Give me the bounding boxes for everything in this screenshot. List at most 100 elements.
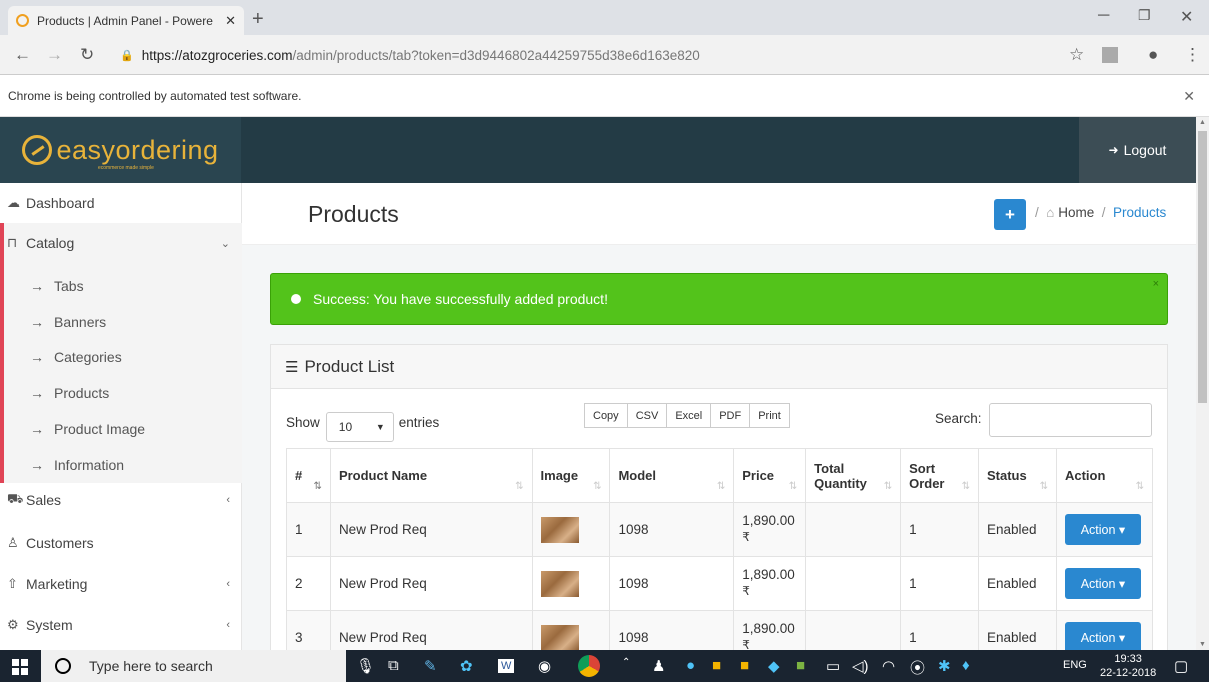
infobar-close-icon[interactable]: ✕ [1183, 88, 1195, 105]
sidebar-item-marketing[interactable]: ⇧ Marketing ‹ [0, 564, 242, 604]
scroll-down-icon[interactable]: ▼ [1199, 641, 1206, 648]
tray-app-icon[interactable]: ■ [712, 657, 721, 674]
wifi-icon[interactable]: ◠ [882, 657, 895, 675]
sidebar-item-system[interactable]: ⚙ System ‹ [0, 605, 242, 645]
profile-icon[interactable]: ● [1148, 45, 1158, 65]
column-header-number[interactable]: # ⇅ [286, 448, 331, 503]
tray-app-icon[interactable]: ■ [740, 657, 749, 674]
word-app-icon[interactable]: W [498, 659, 515, 673]
clock-time: 19:33 [1114, 653, 1142, 665]
scroll-up-icon[interactable]: ▲ [1199, 119, 1206, 126]
entries-select[interactable]: 10 ▼ [325, 412, 394, 442]
panel-heading: ☰ Product List [271, 345, 1167, 389]
notepad-app-icon[interactable]: ✎ [424, 657, 437, 675]
action-dropdown-button[interactable]: Action ▾ [1064, 514, 1141, 545]
column-header-model[interactable]: Model ⇅ [609, 448, 735, 503]
sidebar-subitem-product-image[interactable]: → Product Image [4, 411, 242, 447]
address-bar[interactable]: 🔒 https://atozgroceries.com/admin/produc… [110, 41, 1095, 69]
tray-app-icon[interactable]: ♦ [962, 657, 970, 674]
volume-icon[interactable]: ◁) [852, 657, 869, 675]
sidebar-subitem-information[interactable]: → Information [4, 447, 242, 483]
taskbar-clock[interactable]: 19:33 22-12-2018 [1100, 652, 1156, 680]
breadcrumb-current[interactable]: Products [1113, 205, 1166, 220]
column-header-sort-order[interactable]: Sort Order ⇅ [900, 448, 979, 503]
tray-app-icon[interactable]: ◆ [768, 657, 780, 675]
sidebar-subitem-banners[interactable]: → Banners [4, 304, 242, 340]
sidebar-subitem-tabs[interactable]: → Tabs [4, 268, 242, 304]
tab-close-icon[interactable]: ✕ [225, 13, 236, 29]
taskbar-search-box[interactable]: Type here to search [41, 650, 346, 682]
package-app-icon[interactable]: ✿ [460, 657, 473, 675]
arrow-right-icon: → [30, 349, 44, 365]
add-product-button[interactable]: + [994, 199, 1026, 230]
microphone-icon[interactable]: 🎙 [356, 657, 375, 675]
battery-icon[interactable]: ▭ [826, 657, 840, 675]
breadcrumb-home[interactable]: Home [1058, 205, 1094, 220]
column-header-action[interactable]: Action ⇅ [1055, 448, 1154, 503]
restore-button[interactable]: ❐ [1138, 7, 1151, 24]
sidebar-item-sales[interactable]: ⛟ Sales ‹ [0, 480, 242, 520]
sidebar-subitem-products[interactable]: → Products [4, 375, 242, 411]
logo[interactable]: easyordering ecommerce made simple [0, 117, 241, 183]
cell-product-name: New Prod Req [329, 502, 533, 557]
back-button[interactable]: ← [14, 45, 31, 65]
menu-icon[interactable]: ⋮ [1184, 45, 1201, 65]
sidebar-item-label: Marketing [26, 576, 88, 592]
network-app-icon[interactable]: ◉ [538, 657, 551, 675]
sort-icon: ⇅ [716, 481, 726, 492]
action-dropdown-button[interactable]: Action ▾ [1064, 622, 1141, 653]
arrow-right-icon: → [30, 421, 44, 437]
dashboard-icon: ☁ [7, 195, 20, 210]
pdf-button[interactable]: PDF [710, 403, 751, 428]
cell-image [531, 556, 611, 611]
search-input[interactable] [989, 403, 1152, 437]
logout-label: Logout [1123, 142, 1167, 158]
logout-button[interactable]: ➜ Logout [1079, 117, 1196, 183]
new-tab-button[interactable]: + [252, 8, 264, 31]
sort-icon: ⇅ [593, 481, 602, 492]
page-scrollbar[interactable]: ▲ ▼ [1196, 117, 1209, 650]
bookmark-star-icon[interactable]: ☆ [1069, 45, 1084, 65]
sidebar-item-customers[interactable]: ♙ Customers [0, 523, 242, 563]
minimize-button[interactable]: ─ [1098, 7, 1109, 25]
bluetooth-icon[interactable]: ✱ [938, 657, 951, 675]
people-icon[interactable]: ♟ [652, 657, 665, 675]
print-button[interactable]: Print [749, 403, 790, 428]
extension-icon[interactable] [1102, 47, 1118, 63]
tray-app-icon[interactable]: ● [686, 657, 695, 674]
table-header-row: # ⇅ Product Name ⇅ Image ⇅ Model ⇅ Price ⇅ To… [286, 448, 1154, 503]
url-path: /admin/products/tab?token=d3d9446802a442… [292, 47, 700, 63]
show-hidden-icons-icon[interactable]: ⌃ [622, 657, 630, 668]
csv-button[interactable]: CSV [626, 403, 668, 428]
scrollbar-thumb[interactable] [1198, 131, 1207, 403]
copy-button[interactable]: Copy [584, 403, 628, 428]
chrome-app-icon[interactable] [578, 655, 600, 677]
notifications-icon[interactable]: ▢ [1174, 657, 1188, 675]
column-header-status[interactable]: Status ⇅ [978, 448, 1057, 503]
chevron-down-icon: ⌄ [220, 237, 230, 250]
sidebar-subitem-categories[interactable]: → Categories [4, 339, 242, 375]
language-indicator[interactable]: ENG [1063, 659, 1087, 671]
column-header-price[interactable]: Price ⇅ [733, 448, 807, 503]
tray-app-icon[interactable]: ■ [796, 657, 805, 674]
excel-button[interactable]: Excel [666, 403, 712, 428]
product-thumbnail [540, 570, 579, 597]
sidebar-item-catalog[interactable]: ⊓ Catalog ⌄ [0, 223, 242, 263]
windows-start-icon[interactable] [12, 659, 28, 675]
location-icon[interactable]: ⦿ [910, 657, 925, 678]
forward-button[interactable]: → [46, 45, 63, 65]
table-row: 2 New Prod Req 1098 1,890.00 ₹ 1 Enabled … [286, 556, 1154, 611]
sidebar-item-dashboard[interactable]: ☁ Dashboard [0, 183, 242, 223]
browser-tab[interactable]: Products | Admin Panel - Powere ✕ [8, 6, 244, 35]
column-header-total-quantity[interactable]: Total Quantity ⇅ [805, 448, 902, 503]
column-header-image[interactable]: Image ⇅ [531, 448, 611, 503]
home-icon: ⌂ [1046, 205, 1055, 220]
action-dropdown-button[interactable]: Action ▾ [1064, 568, 1141, 599]
logo-tagline: ecommerce made simple [98, 165, 154, 171]
reload-button[interactable]: ↻ [80, 45, 94, 65]
column-header-name[interactable]: Product Name ⇅ [329, 448, 533, 503]
sort-icon: ⇅ [883, 481, 893, 492]
alert-close-icon[interactable]: × [1153, 278, 1159, 290]
task-view-icon[interactable]: ⧉ [388, 657, 399, 674]
close-window-button[interactable]: ✕ [1180, 7, 1193, 27]
